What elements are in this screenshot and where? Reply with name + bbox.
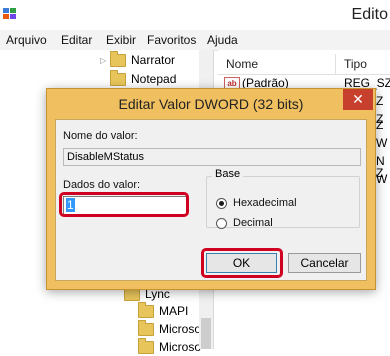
value-name-field: DisableMStatus	[63, 148, 361, 166]
highlight-outline	[201, 248, 283, 278]
list-header: Nome Tipo	[218, 54, 390, 75]
tree-item-microsoft-2[interactable]: Microso	[138, 337, 201, 356]
base-label: Base	[212, 168, 244, 180]
folder-icon	[110, 50, 126, 67]
edit-dword-dialog: Editar Valor DWORD (32 bits) ✕ Nome do v…	[46, 88, 376, 290]
hexadecimal-radio[interactable]	[216, 198, 227, 209]
value-data-label: Dados do valor:	[63, 179, 141, 191]
menu-exibir[interactable]: Exibir	[106, 33, 136, 47]
close-icon[interactable]: ✕	[343, 89, 373, 110]
menu-bar: Arquivo Editar Exibir Favoritos Ajuda	[0, 30, 390, 51]
registry-editor-icon	[3, 8, 16, 19]
decimal-label[interactable]: Decimal	[233, 217, 273, 229]
dialog-title: Editar Valor DWORD (32 bits)	[118, 96, 304, 112]
tree-item-microsoft-1[interactable]: Microso	[138, 319, 201, 338]
value-type-cell: Z	[376, 118, 384, 132]
tree-scrollbar-thumb[interactable]	[201, 318, 211, 349]
decimal-radio[interactable]	[216, 218, 227, 229]
tree-item-notepad[interactable]: Notepad	[100, 69, 176, 88]
menu-favoritos[interactable]: Favoritos	[147, 33, 196, 47]
folder-icon	[138, 337, 154, 354]
menu-arquivo[interactable]: Arquivo	[6, 33, 47, 47]
dialog-body: Nome do valor: DisableMStatus Dados do v…	[55, 119, 367, 281]
folder-icon	[110, 69, 126, 86]
folder-icon	[138, 319, 154, 336]
column-header-name[interactable]: Nome	[226, 57, 258, 71]
value-type-cell: W	[376, 136, 388, 150]
menu-ajuda[interactable]: Ajuda	[207, 33, 238, 47]
folder-icon	[138, 301, 154, 318]
window-title: Edito	[351, 6, 388, 23]
value-type-cell: Z	[376, 94, 384, 108]
tree-item-mapi[interactable]: MAPI	[138, 301, 188, 320]
value-type-cell: W	[376, 172, 388, 186]
column-header-type[interactable]: Tipo	[344, 57, 367, 71]
highlight-outline	[59, 192, 189, 217]
title-bar: Edito	[0, 0, 390, 30]
cancel-button[interactable]: Cancelar	[288, 253, 361, 273]
menu-editar[interactable]: Editar	[61, 33, 92, 47]
value-name-label: Nome do valor:	[63, 130, 138, 142]
column-divider[interactable]	[335, 54, 336, 74]
hexadecimal-label[interactable]: Hexadecimal	[233, 197, 297, 209]
expand-arrow-icon[interactable]: ▷	[100, 56, 110, 65]
tree-item-narrator[interactable]: ▷ Narrator	[100, 50, 175, 69]
